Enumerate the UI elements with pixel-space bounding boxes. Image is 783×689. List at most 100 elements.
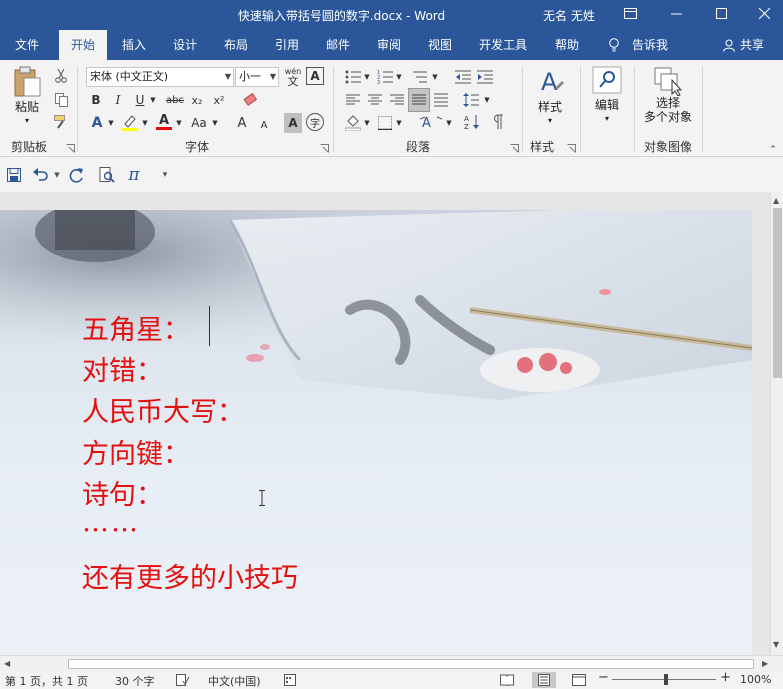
- scroll-thumb-horizontal[interactable]: [68, 659, 754, 669]
- scroll-right-icon[interactable]: ▶: [762, 659, 768, 668]
- tell-me-search[interactable]: 告诉我: [604, 30, 680, 60]
- highlight-icon[interactable]: [120, 112, 140, 132]
- chevron-down-icon[interactable]: ▼: [140, 113, 150, 133]
- font-color-icon[interactable]: A: [154, 112, 174, 132]
- read-mode-icon[interactable]: [500, 674, 514, 686]
- paste-button[interactable]: 粘贴 ▾: [10, 66, 44, 132]
- align-right-icon[interactable]: [388, 90, 406, 110]
- paste-dropdown-icon[interactable]: ▾: [10, 114, 44, 128]
- scroll-down-icon[interactable]: ▼: [773, 640, 779, 649]
- character-border-button[interactable]: A: [306, 67, 324, 85]
- chevron-down-icon[interactable]: ▾: [588, 112, 626, 126]
- phonetic-guide-button[interactable]: wén 文: [284, 65, 302, 89]
- font-name-combo[interactable]: 宋体 (中文正文) ▼: [86, 67, 234, 87]
- subscript-button[interactable]: x₂: [188, 90, 206, 110]
- paragraph-launcher-icon[interactable]: [510, 144, 519, 153]
- bullets-icon[interactable]: [344, 67, 362, 87]
- tab-layout[interactable]: 布局: [214, 30, 258, 60]
- print-preview-icon[interactable]: [98, 166, 116, 184]
- chevron-down-icon[interactable]: ▼: [106, 113, 116, 133]
- enclose-characters-button[interactable]: 字: [306, 113, 324, 131]
- horizontal-scrollbar[interactable]: ◀ ▶: [0, 655, 783, 672]
- styles-launcher-icon[interactable]: [567, 144, 576, 153]
- equation-button[interactable]: π: [124, 165, 144, 185]
- chevron-down-icon[interactable]: ▼: [52, 166, 62, 184]
- change-case-button[interactable]: Aa: [188, 113, 210, 133]
- select-multiple-objects-button[interactable]: 选择 多个对象: [640, 66, 696, 134]
- underline-button[interactable]: U: [132, 90, 148, 110]
- chevron-down-icon[interactable]: ▼: [148, 90, 158, 110]
- tab-help[interactable]: 帮助: [545, 30, 589, 60]
- tab-references[interactable]: 引用: [265, 30, 309, 60]
- tab-developer[interactable]: 开发工具: [470, 30, 536, 60]
- undo-icon[interactable]: [32, 166, 50, 184]
- multilevel-list-icon[interactable]: [410, 67, 428, 87]
- chevron-down-icon[interactable]: ▼: [482, 90, 492, 110]
- chevron-down-icon[interactable]: ▼: [270, 68, 276, 86]
- chevron-down-icon[interactable]: ▼: [225, 68, 231, 86]
- shrink-font-button[interactable]: A: [256, 115, 272, 135]
- scroll-thumb[interactable]: [773, 208, 782, 378]
- language-indicator[interactable]: 中文(中国): [208, 673, 261, 689]
- chevron-down-icon[interactable]: ▼: [362, 113, 372, 133]
- macro-record-icon[interactable]: [284, 674, 296, 686]
- clear-formatting-icon[interactable]: [240, 90, 260, 110]
- increase-indent-icon[interactable]: [476, 67, 494, 87]
- collapse-ribbon-icon[interactable]: ⌃: [766, 140, 780, 160]
- font-launcher-icon[interactable]: [320, 144, 329, 153]
- chevron-down-icon[interactable]: ▼: [394, 113, 404, 133]
- decrease-indent-icon[interactable]: [454, 67, 472, 87]
- minimize-icon[interactable]: [665, 4, 687, 24]
- tab-review[interactable]: 审阅: [367, 30, 411, 60]
- maximize-icon[interactable]: [710, 4, 732, 24]
- scroll-left-icon[interactable]: ◀: [4, 659, 10, 668]
- chevron-down-icon[interactable]: ▼: [444, 113, 454, 133]
- grow-font-button[interactable]: A: [234, 113, 250, 133]
- chevron-down-icon[interactable]: ▼: [210, 113, 220, 133]
- document-area[interactable]: 五角星： 对错： 人民币大写： 方向键： 诗句： …… 还有更多的小技巧: [0, 192, 770, 655]
- shading-icon[interactable]: [344, 113, 362, 133]
- tab-home[interactable]: 开始: [59, 30, 107, 60]
- line-spacing-icon[interactable]: [462, 90, 480, 110]
- bold-button[interactable]: B: [88, 90, 104, 110]
- styles-button[interactable]: A 样式 ▾: [530, 66, 570, 130]
- copy-icon[interactable]: [52, 90, 70, 110]
- font-size-combo[interactable]: 小一 ▼: [235, 67, 279, 87]
- italic-button[interactable]: I: [110, 90, 126, 110]
- proofing-icon[interactable]: [176, 674, 190, 686]
- numbering-icon[interactable]: 123: [376, 67, 394, 87]
- tab-file[interactable]: 文件: [0, 30, 54, 60]
- chevron-down-icon[interactable]: ▼: [430, 67, 440, 87]
- text-effects-icon[interactable]: A: [88, 113, 106, 133]
- redo-icon[interactable]: [68, 166, 86, 184]
- zoom-level[interactable]: 100%: [740, 673, 771, 686]
- vertical-scrollbar[interactable]: ▲ ▼: [770, 192, 783, 655]
- zoom-in-button[interactable]: +: [720, 670, 731, 685]
- justify-icon[interactable]: [408, 88, 430, 112]
- customize-toolbar-icon[interactable]: ▾: [158, 166, 172, 184]
- tab-insert[interactable]: 插入: [112, 30, 156, 60]
- clipboard-launcher-icon[interactable]: [66, 144, 75, 153]
- sort-icon[interactable]: AZ: [462, 112, 482, 132]
- web-layout-icon[interactable]: [572, 674, 586, 686]
- user-name[interactable]: 无名 无姓: [543, 7, 595, 24]
- zoom-out-button[interactable]: −: [598, 670, 609, 685]
- share-button[interactable]: 共享: [718, 30, 778, 60]
- tab-mailings[interactable]: 邮件: [316, 30, 360, 60]
- distributed-icon[interactable]: [432, 90, 450, 110]
- zoom-slider-thumb[interactable]: [664, 674, 668, 685]
- cut-icon[interactable]: [52, 66, 70, 86]
- scroll-up-icon[interactable]: ▲: [773, 196, 779, 205]
- show-marks-icon[interactable]: [488, 112, 508, 132]
- chevron-down-icon[interactable]: ▼: [362, 67, 372, 87]
- align-center-icon[interactable]: [366, 90, 384, 110]
- chinese-layout-icon[interactable]: A: [418, 112, 444, 132]
- format-painter-icon[interactable]: [52, 112, 70, 132]
- ribbon-display-options-icon[interactable]: [619, 4, 641, 24]
- superscript-button[interactable]: x²: [210, 90, 228, 110]
- chevron-down-icon[interactable]: ▼: [394, 67, 404, 87]
- word-count[interactable]: 30 个字: [115, 673, 155, 689]
- character-shading-button[interactable]: A: [284, 113, 302, 133]
- page-count[interactable]: 第 1 页，共 1 页: [5, 673, 88, 689]
- align-left-icon[interactable]: [344, 90, 362, 110]
